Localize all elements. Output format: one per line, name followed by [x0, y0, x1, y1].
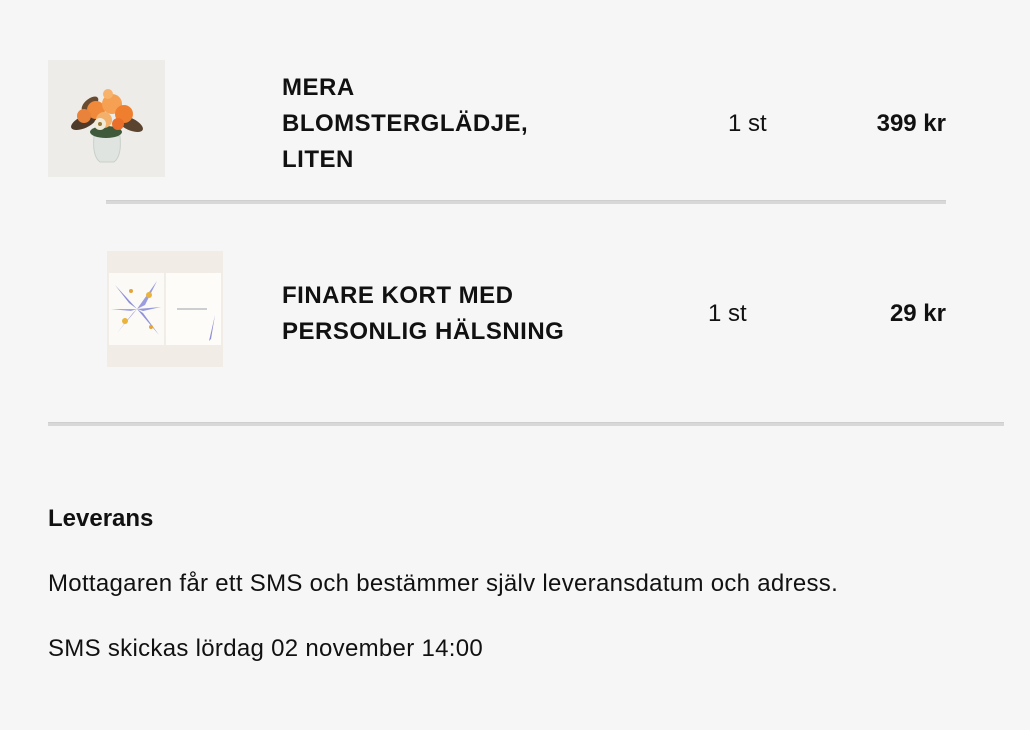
divider: [48, 422, 1004, 426]
delivery-heading: Leverans: [48, 505, 154, 532]
delivery-description: Mottagaren får ett SMS och bestämmer sjä…: [48, 570, 839, 597]
quantity: 1 st: [728, 110, 767, 137]
sms-schedule: SMS skickas lördag 02 november 14:00: [48, 635, 484, 662]
price: 29 kr: [889, 300, 946, 327]
divider: [106, 200, 946, 204]
flower-bouquet-image[interactable]: [48, 60, 165, 177]
quantity: 1 st: [708, 300, 747, 327]
product-name[interactable]: MERA BLOMSTERGLÄDJE, LITEN: [282, 70, 582, 178]
price: 399 kr: [876, 110, 946, 137]
greeting-card-image[interactable]: [107, 251, 223, 367]
product-name[interactable]: FINARE KORT MED PERSONLIG HÄLSNING: [282, 278, 642, 350]
